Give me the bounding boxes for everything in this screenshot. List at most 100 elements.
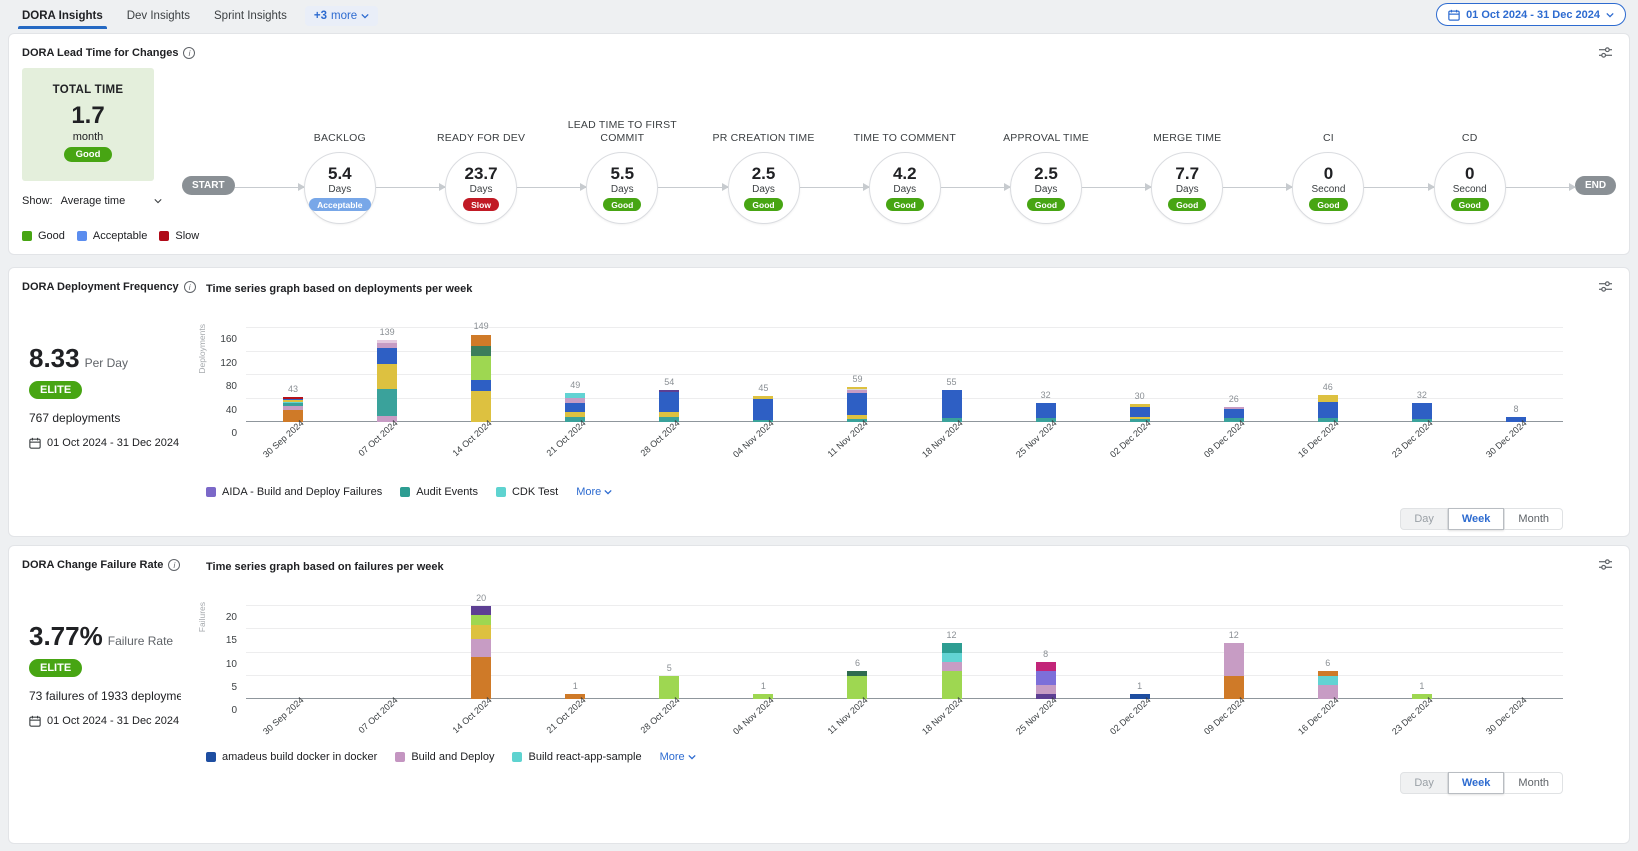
bar-value-label: 20 [451,593,511,603]
x-tick-label: 07 Oct 2024 [357,695,400,735]
stage-value: 2.5 [1034,165,1058,182]
bar[interactable] [659,390,679,422]
flow-arrow [1506,187,1575,188]
stage-circle: 7.7DaysGood [1151,152,1223,224]
stage-name: MERGE TIME [1112,132,1262,146]
bar-segment [1412,403,1432,419]
bar-value-label: 5 [639,663,699,673]
legend-label: amadeus build docker in docker [222,751,377,763]
stage-value: 23.7 [465,165,498,182]
flow-stage[interactable]: TIME TO COMMENT4.2DaysGood [869,152,941,224]
legend-more-link[interactable]: More [576,486,612,498]
interval-month-button[interactable]: Month [1504,508,1563,530]
tab-dora-insights[interactable]: DORA Insights [10,4,115,29]
date-range-picker[interactable]: 01 Oct 2024 - 31 Dec 2024 [1436,3,1626,26]
flow-stage[interactable]: MERGE TIME7.7DaysGood [1151,152,1223,224]
stage-circle: 5.4DaysAcceptable [304,152,376,224]
more-tabs-count: +3 [314,10,327,22]
show-label: Show: [22,195,53,207]
stage-name: CI [1253,132,1403,146]
tab-dev-insights[interactable]: Dev Insights [115,4,202,29]
legend-swatch [159,231,169,241]
bar-segment [1224,643,1244,676]
flow-stage[interactable]: LEAD TIME TO FIRST COMMIT5.5DaysGood [586,152,658,224]
settings-sliders-icon[interactable] [1598,558,1613,576]
tab-sprint-insights[interactable]: Sprint Insights [202,4,299,29]
bar-value-label: 8 [1486,404,1546,414]
bar-value-label: 6 [827,658,887,668]
bar[interactable] [471,335,491,423]
info-icon[interactable]: i [183,47,195,59]
y-tick-label: 40 [226,405,237,416]
interval-week-button[interactable]: Week [1448,772,1505,794]
bar[interactable] [1224,643,1244,699]
tab-bar: DORA InsightsDev InsightsSprint Insights… [0,0,1638,30]
interval-week-button[interactable]: Week [1448,508,1505,530]
failure-date-range: 01 Oct 2024 - 31 Dec 2024 [29,715,179,727]
stage-circle: 23.7DaysSlow [445,152,517,224]
info-icon[interactable]: i [168,559,180,571]
flow-stage[interactable]: CI0SecondGood [1292,152,1364,224]
bar[interactable] [1036,662,1056,699]
x-tick-label: 30 Sep 2024 [261,695,306,737]
gridline: 20 [246,605,1563,606]
settings-sliders-icon[interactable] [1598,46,1613,64]
chevron-down-icon [604,488,612,496]
bar[interactable] [942,390,962,422]
total-time-status-badge: Good [64,147,113,162]
bar-value-label: 30 [1110,391,1170,401]
deployment-metric-unit: Per Day [85,356,128,370]
settings-sliders-icon[interactable] [1598,280,1613,298]
info-icon[interactable]: i [184,281,196,293]
legend-label: Acceptable [93,230,147,242]
y-axis-label: Failures [197,602,207,632]
stage-name: TIME TO COMMENT [830,132,980,146]
show-metric-select[interactable]: Average time [61,195,162,207]
more-tabs-label: more [331,10,357,22]
bar[interactable] [471,606,491,699]
stage-value: 5.5 [610,165,634,182]
bar-segment [471,625,491,639]
bar-value-label: 6 [1298,658,1358,668]
x-tick-label: 21 Oct 2024 [545,418,588,458]
bar-segment [471,615,491,624]
flow-arrow [517,187,586,188]
bar[interactable] [377,340,397,422]
flow-stage[interactable]: APPROVAL TIME2.5DaysGood [1010,152,1082,224]
x-tick-label: 21 Oct 2024 [545,695,588,735]
stage-unit: Days [1176,184,1199,195]
lead-time-panel: DORA Lead Time for Changes i TOTAL TIME … [8,33,1630,255]
bar-segment [377,364,397,388]
bar-value-label: 59 [827,374,887,384]
bar-value-label: 1 [545,681,605,691]
flow-stage[interactable]: PR CREATION TIME2.5DaysGood [728,152,800,224]
bar[interactable] [847,671,867,699]
y-tick-label: 160 [220,334,237,345]
flow-stage[interactable]: CD0SecondGood [1434,152,1506,224]
calendar-icon [1448,9,1460,21]
bar[interactable] [1318,671,1338,699]
bar-value-label: 12 [922,630,982,640]
bar-segment [471,391,491,422]
stage-unit: Days [611,184,634,195]
bar[interactable] [753,396,773,422]
bar-segment [471,356,491,380]
flow-stage[interactable]: READY FOR DEV23.7DaysSlow [445,152,517,224]
bar-segment [471,639,491,658]
y-tick-label: 0 [231,428,237,439]
bar[interactable] [847,387,867,422]
x-tick-label: 18 Nov 2024 [920,418,965,460]
gridline: 120 [246,351,1563,352]
interval-day-button[interactable]: Day [1400,508,1448,530]
bar[interactable] [942,643,962,699]
flow-stage[interactable]: BACKLOG5.4DaysAcceptable [304,152,376,224]
stage-value: 7.7 [1175,165,1199,182]
interval-day-button[interactable]: Day [1400,772,1448,794]
more-tabs-button[interactable]: +3 more [305,6,378,26]
bar-value-label: 26 [1204,394,1264,404]
stage-name: APPROVAL TIME [971,132,1121,146]
interval-month-button[interactable]: Month [1504,772,1563,794]
legend-more-link[interactable]: More [660,751,696,763]
bar[interactable] [565,393,585,422]
bar-segment [659,392,679,412]
